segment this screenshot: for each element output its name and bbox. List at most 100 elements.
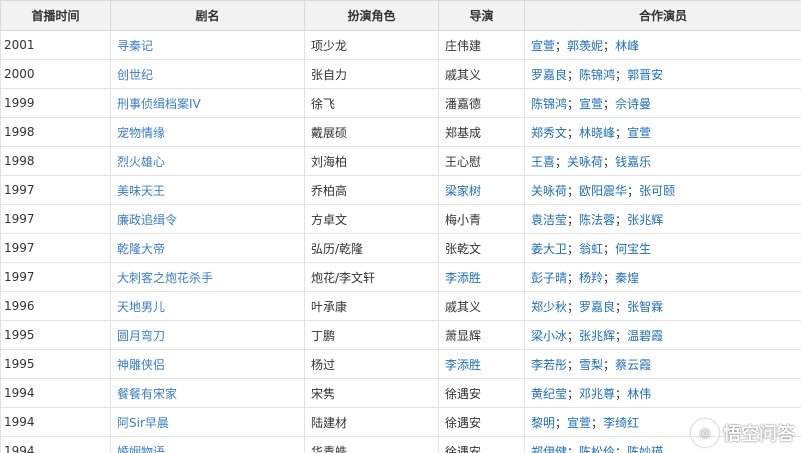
drama-title-link[interactable]: 阿Sir早晨 <box>117 416 169 430</box>
drama-title-link[interactable]: 大刺客之炮花杀手 <box>117 271 213 285</box>
cast-member-link[interactable]: 罗嘉良 <box>531 68 567 82</box>
cast-member-link[interactable]: 雪梨 <box>579 358 603 372</box>
cast-member-link[interactable]: 林晓峰 <box>579 126 615 140</box>
cast-separator: ； <box>567 386 580 401</box>
cast-separator: ； <box>567 299 580 314</box>
cast-member-link[interactable]: 张可颐 <box>639 184 675 198</box>
cast-member-link[interactable]: 张兆辉 <box>627 213 663 227</box>
cast-member-link[interactable]: 郑少秋 <box>531 300 567 314</box>
cell-air-date: 2000 <box>0 59 111 89</box>
drama-title-link[interactable]: 餐餐有宋家 <box>117 387 177 401</box>
cast-member-link[interactable]: 钱嘉乐 <box>615 155 651 169</box>
drama-title-link[interactable]: 美味天王 <box>117 184 165 198</box>
cast-member-link[interactable]: 陈锦鸿 <box>531 97 567 111</box>
cast-separator: ； <box>555 154 568 169</box>
cast-separator: ； <box>627 183 640 198</box>
cast-separator: ； <box>603 357 616 372</box>
header-air-date: 首播时间 <box>0 0 111 31</box>
drama-title-link[interactable]: 乾隆大帝 <box>117 242 165 256</box>
director-link[interactable]: 梁家树 <box>445 184 481 198</box>
cast-separator: ； <box>603 154 616 169</box>
table-row: 1998 宠物情缘 戴展硕 郑基成 郑秀文；林晓峰；宣萱 <box>0 117 801 147</box>
drama-title-link[interactable]: 寻秦记 <box>117 39 153 53</box>
director-link[interactable]: 李添胜 <box>445 271 481 285</box>
table-row: 2000 创世纪 张自力 戚其义 罗嘉良；陈锦鸿；郭晋安 <box>0 59 801 89</box>
cast-member-link[interactable]: 何宝生 <box>615 242 651 256</box>
cast-member-link[interactable]: 宣萱 <box>531 39 555 53</box>
cast-member-link[interactable]: 宣萱 <box>567 416 591 430</box>
cast-member-link[interactable]: 郑秀文 <box>531 126 567 140</box>
cell-director: 徐遇安 <box>438 378 525 408</box>
table-row: 1999 刑事侦缉档案IV 徐飞 潘嘉德 陈锦鸿；宣萱；佘诗曼 <box>0 88 801 118</box>
cast-member-link[interactable]: 袁洁莹 <box>531 213 567 227</box>
cast-member-link[interactable]: 宣萱 <box>579 97 603 111</box>
cell-air-date: 1998 <box>0 117 111 147</box>
cast-member-link[interactable]: 翁虹 <box>579 242 603 256</box>
cast-member-link[interactable]: 姜大卫 <box>531 242 567 256</box>
cast-member-link[interactable]: 张兆辉 <box>579 329 615 343</box>
cell-director: 张乾文 <box>438 233 525 263</box>
cast-separator: ； <box>567 328 580 343</box>
drama-title-link[interactable]: 神雕侠侣 <box>117 358 165 372</box>
cast-member-link[interactable]: 彭子晴 <box>531 271 567 285</box>
cell-director: 庄伟建 <box>438 30 525 60</box>
drama-title-link[interactable]: 刑事侦缉档案IV <box>117 97 201 111</box>
cast-member-link[interactable]: 郑伊健 <box>531 445 567 453</box>
cast-member-link[interactable]: 黄纪莹 <box>531 387 567 401</box>
cast-member-link[interactable]: 佘诗曼 <box>615 97 651 111</box>
cast-separator: ； <box>615 299 628 314</box>
cell-role: 乔柏高 <box>304 175 439 205</box>
cast-member-link[interactable]: 黎明 <box>531 416 555 430</box>
cast-separator: ； <box>567 270 580 285</box>
cast-member-link[interactable]: 张智霖 <box>627 300 663 314</box>
cast-member-link[interactable]: 宣萱 <box>627 126 651 140</box>
cast-member-link[interactable]: 罗嘉良 <box>579 300 615 314</box>
table-row: 1994 阿Sir早晨 陆建材 徐遇安 黎明；宣萱；李绮红 <box>0 407 801 437</box>
cast-member-link[interactable]: 邓兆尊 <box>579 387 615 401</box>
filmography-table: 首播时间 剧名 扮演角色 导演 合作演员 2001 寻秦记 项少龙 庄伟建 宣萱；郭羡妮… <box>0 0 801 453</box>
drama-title-link[interactable]: 廉政追缉令 <box>117 213 177 227</box>
cell-role: 刘海柏 <box>304 146 439 176</box>
cast-member-link[interactable]: 陈妙瑛 <box>627 445 663 453</box>
cast-separator: ； <box>567 183 580 198</box>
cast-member-link[interactable]: 李绮红 <box>603 416 639 430</box>
cell-role: 杨过 <box>304 349 439 379</box>
cast-member-link[interactable]: 陈锦鸿 <box>579 68 615 82</box>
drama-title-link[interactable]: 烈火雄心 <box>117 155 165 169</box>
cell-title: 餐餐有宋家 <box>110 378 305 408</box>
cast-separator: ； <box>555 38 568 53</box>
cast-member-link[interactable]: 杨羚 <box>579 271 603 285</box>
cast-member-link[interactable]: 郭晋安 <box>627 68 663 82</box>
cast-member-link[interactable]: 陈松伶 <box>579 445 615 453</box>
cell-title: 阿Sir早晨 <box>110 407 305 437</box>
cell-air-date: 1995 <box>0 320 111 350</box>
cast-separator: ； <box>603 241 616 256</box>
cast-member-link[interactable]: 欧阳震华 <box>579 184 627 198</box>
cast-member-link[interactable]: 关咏荷 <box>531 184 567 198</box>
cast-member-link[interactable]: 林伟 <box>627 387 651 401</box>
cast-separator: ； <box>567 212 580 227</box>
cell-director: 王心慰 <box>438 146 525 176</box>
cast-member-link[interactable]: 蔡云霞 <box>615 358 651 372</box>
cell-director: 郑基成 <box>438 117 525 147</box>
drama-title-link[interactable]: 圆月弯刀 <box>117 329 165 343</box>
director-link[interactable]: 李添胜 <box>445 358 481 372</box>
cast-separator: ； <box>615 212 628 227</box>
cast-member-link[interactable]: 关咏荷 <box>567 155 603 169</box>
cast-member-link[interactable]: 温碧霞 <box>627 329 663 343</box>
drama-title-link[interactable]: 婚姻物语 <box>117 445 165 453</box>
cell-cast: 黎明；宣萱；李绮红 <box>524 407 801 437</box>
cast-member-link[interactable]: 李若彤 <box>531 358 567 372</box>
drama-title-link[interactable]: 创世纪 <box>117 68 153 82</box>
drama-title-link[interactable]: 天地男儿 <box>117 300 165 314</box>
drama-title-link[interactable]: 宠物情缘 <box>117 126 165 140</box>
cast-member-link[interactable]: 陈法蓉 <box>579 213 615 227</box>
table-row: 1995 圆月弯刀 丁鹏 萧显辉 梁小冰；张兆辉；温碧霞 <box>0 320 801 350</box>
cell-director: 戚其义 <box>438 59 525 89</box>
cell-cast: 黄纪莹；邓兆尊；林伟 <box>524 378 801 408</box>
cast-member-link[interactable]: 王喜 <box>531 155 555 169</box>
cast-member-link[interactable]: 林峰 <box>615 39 639 53</box>
cast-member-link[interactable]: 郭羡妮 <box>567 39 603 53</box>
cast-member-link[interactable]: 梁小冰 <box>531 329 567 343</box>
cast-member-link[interactable]: 秦煌 <box>615 271 639 285</box>
